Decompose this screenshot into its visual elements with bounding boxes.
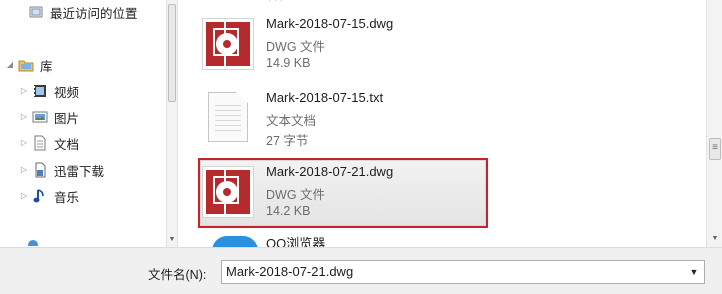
file-size: 14.2 KB [266, 204, 311, 218]
thunder-download-icon [32, 162, 48, 178]
music-icon [32, 188, 48, 204]
nav-label: 音乐 [54, 190, 80, 205]
filename-label: 文件名(N): [148, 268, 207, 282]
collapsed-arrow-icon[interactable]: ▷ [20, 165, 28, 175]
qq-browser-icon [212, 236, 258, 247]
file-item[interactable]: Mark-2018-07-15.dwg DWG 文件 14.9 KB [198, 12, 488, 78]
filename-input[interactable] [226, 264, 666, 279]
scroll-down-arrow-icon[interactable]: ▼ [168, 236, 176, 244]
filename-combobox[interactable]: ▼ [221, 260, 705, 284]
nav-scrollbar-thumb[interactable] [168, 4, 176, 102]
file-name: QQ浏览器 [266, 236, 326, 247]
nav-label: 图片 [54, 111, 80, 126]
partial-nav-icon [28, 240, 38, 246]
dwg-file-icon [202, 18, 254, 70]
file-type: 文本文档 [266, 114, 317, 128]
recent-places-icon [28, 4, 44, 20]
collapsed-arrow-icon[interactable]: ▷ [20, 86, 28, 96]
video-icon [32, 83, 48, 99]
dwg-file-icon [202, 166, 254, 218]
text-file-icon [202, 92, 254, 144]
scroll-down-arrow-icon[interactable]: ▼ [710, 235, 720, 243]
file-item[interactable]: QQ浏览器 [198, 234, 488, 247]
nav-label: 库 [40, 59, 53, 74]
nav-item-library[interactable]: ◢ 库 [6, 55, 53, 75]
partial-text: ᐧ ᐧ ᐧ [268, 0, 283, 7]
picture-icon [32, 109, 48, 125]
collapsed-arrow-icon[interactable]: ▷ [20, 191, 28, 201]
dropdown-arrow-icon[interactable]: ▼ [687, 264, 701, 280]
file-list: ᐧ ᐧ ᐧ Mark-2018-07-15.dwg DWG 文件 14.9 KB [178, 0, 706, 247]
library-icon [18, 57, 34, 73]
file-name: Mark-2018-07-15.dwg [266, 16, 394, 31]
file-type: DWG 文件 [266, 40, 326, 54]
nav-label: 文档 [54, 137, 80, 152]
collapsed-arrow-icon[interactable]: ▷ [20, 138, 28, 148]
expanded-arrow-icon[interactable]: ◢ [6, 60, 14, 70]
file-type: DWG 文件 [266, 188, 326, 202]
nav-label: 最近访问的位置 [50, 6, 138, 21]
nav-item-music[interactable]: ▷ 音乐 [20, 186, 79, 206]
filename-bar: 文件名(N): ▼ [0, 247, 722, 294]
nav-item-documents[interactable]: ▷ 文档 [20, 133, 79, 153]
file-size: 27 字节 [266, 134, 309, 148]
nav-item-recent-places[interactable]: 最近访问的位置 [28, 2, 138, 22]
nav-label: 迅雷下载 [54, 164, 105, 179]
nav-scrollbar[interactable]: ▼ [166, 0, 178, 247]
file-item-selected[interactable]: Mark-2018-07-21.dwg DWG 文件 14.2 KB [198, 158, 488, 228]
file-size: 14.9 KB [266, 56, 311, 70]
nav-item-pictures[interactable]: ▷ 图片 [20, 107, 79, 127]
nav-label: 视频 [54, 85, 80, 100]
collapsed-arrow-icon[interactable]: ▷ [20, 112, 28, 122]
navigation-pane: 最近访问的位置 ◢ 库 ▷ 视频 ▷ 图片 ▷ 文档 ▷ 迅雷下载 ▷ 音乐 [0, 0, 166, 247]
file-name: Mark-2018-07-21.dwg [266, 164, 394, 179]
scrollbar-grip-icon[interactable]: ≡ [709, 138, 721, 160]
file-name: Mark-2018-07-15.txt [266, 90, 384, 105]
nav-item-video[interactable]: ▷ 视频 [20, 81, 79, 101]
file-list-scrollbar[interactable]: ≡ ▼ [706, 0, 722, 247]
document-icon [32, 135, 48, 151]
file-item[interactable]: Mark-2018-07-15.txt 文本文档 27 字节 [198, 86, 488, 152]
nav-item-thunder-download[interactable]: ▷ 迅雷下载 [20, 160, 104, 180]
